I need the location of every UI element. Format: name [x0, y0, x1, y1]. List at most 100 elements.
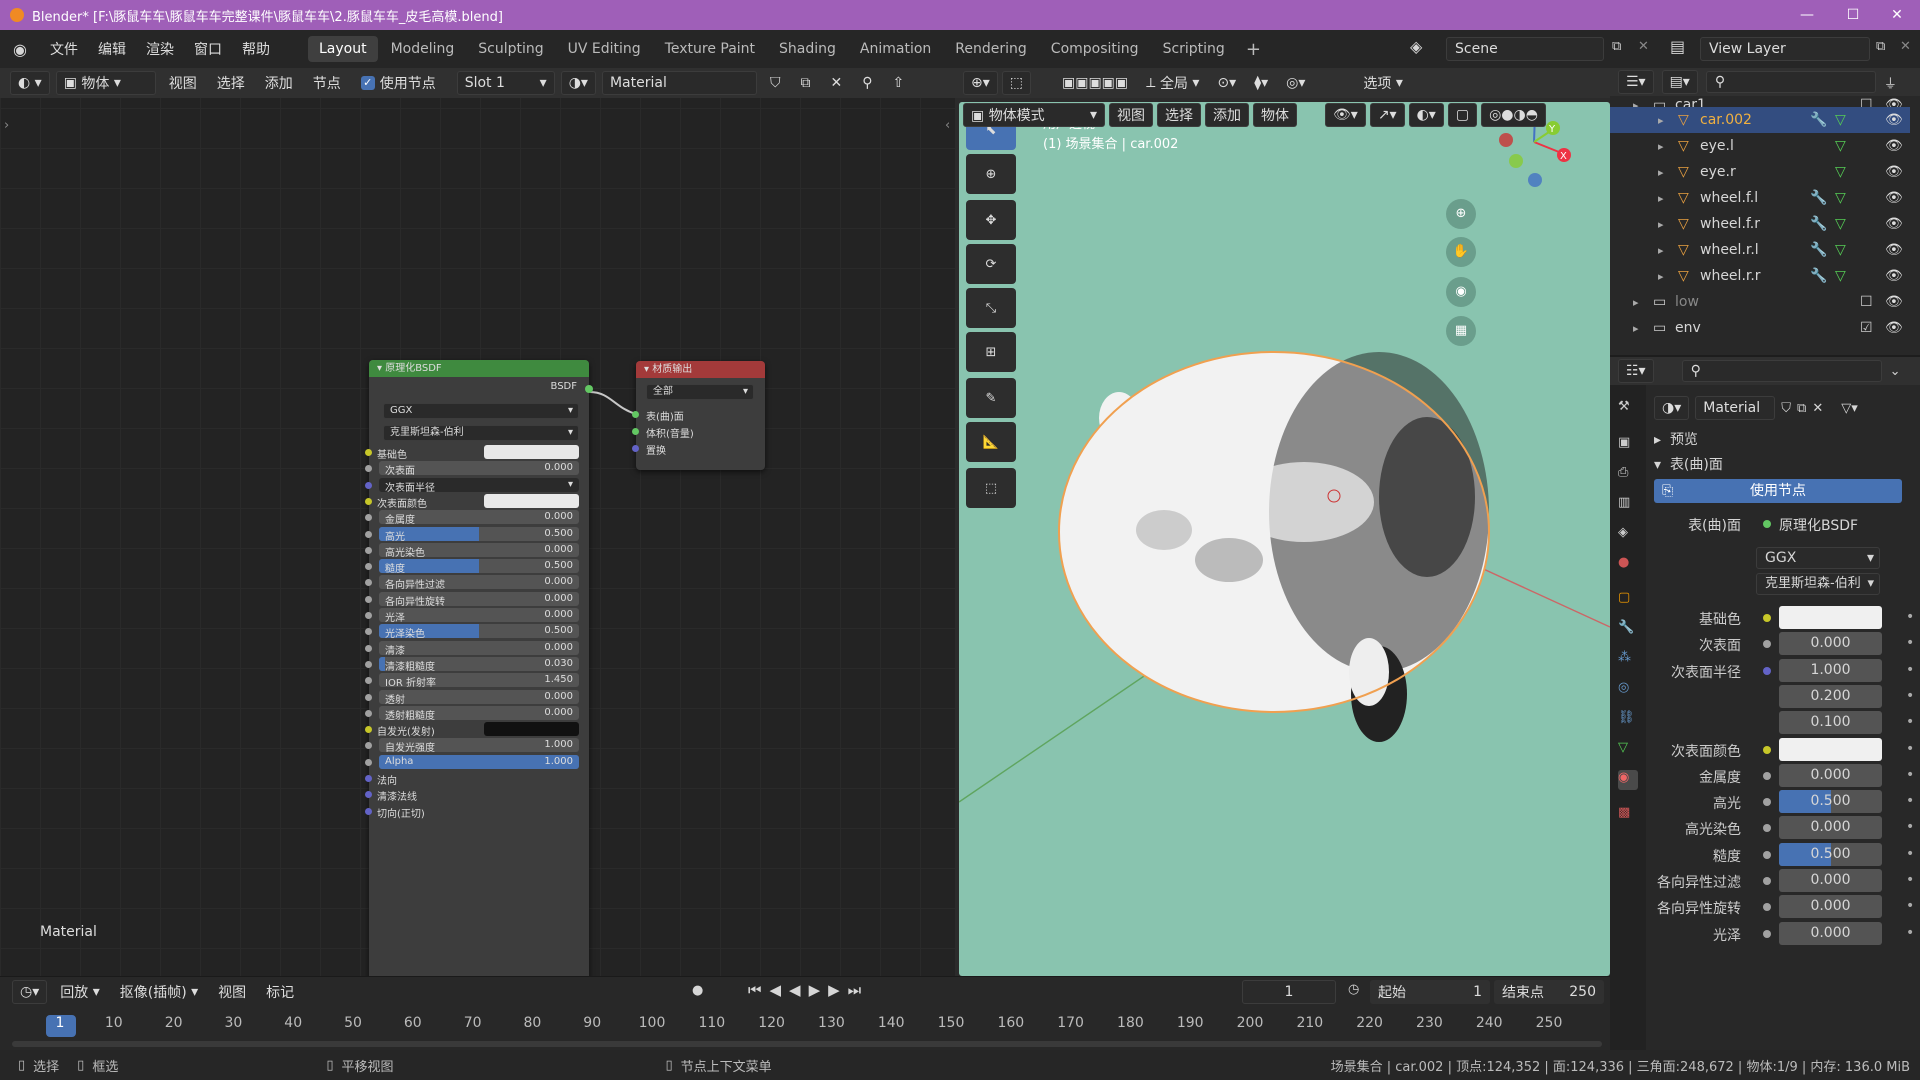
delete-view-layer-icon[interactable]: ✕ [1900, 39, 1911, 54]
marker-menu[interactable]: 标记 [259, 980, 301, 1004]
close-icon[interactable]: ✕ [1874, 0, 1920, 30]
view-layer-tab-icon[interactable]: ▥ [1618, 495, 1638, 515]
input-socket[interactable] [365, 465, 372, 473]
input-socket[interactable] [365, 546, 372, 554]
viewport-editor-type[interactable]: ⊕▾ [963, 71, 998, 95]
bsdf-input-row[interactable]: 糙度 0.500 [365, 558, 589, 575]
value-field[interactable]: 0.000 [1779, 921, 1882, 945]
object-mode-dropdown[interactable]: ▣ 物体模式 ▾ [963, 103, 1105, 127]
keyframe-dot-icon[interactable]: • [1906, 767, 1914, 783]
value-field[interactable]: 1.000 [1779, 658, 1882, 682]
value-field[interactable]: 0.000 [1779, 816, 1882, 840]
unlink-icon[interactable]: ✕ [1812, 401, 1823, 416]
color-swatch[interactable] [484, 445, 579, 459]
tool-tab-icon[interactable]: ⚒ [1618, 399, 1638, 419]
outliner-item[interactable]: ▸ ▽ eye.l ▽ 👁 [1610, 133, 1910, 159]
socket-icon[interactable] [1763, 640, 1771, 649]
output-node-header[interactable]: ▾ 材质输出 [636, 361, 765, 378]
socket-icon[interactable] [1763, 903, 1771, 912]
value-field[interactable]: 0.000 [1779, 763, 1882, 787]
eye-icon[interactable]: 👁 [1885, 112, 1903, 128]
maximize-icon[interactable]: ☐ [1830, 0, 1876, 30]
playback-menu[interactable]: 回放 ▾ [53, 980, 106, 1004]
expand-arrow-icon[interactable]: ▸ [1633, 322, 1639, 335]
surface-shader-value[interactable]: 原理化BSDF [1779, 515, 1858, 535]
workspace-tab[interactable]: Scripting [1152, 36, 1236, 62]
expand-arrow-icon[interactable]: ▸ [1658, 218, 1664, 231]
menu-item[interactable]: 文件 [40, 39, 88, 59]
outliner-item[interactable]: ▸ ▭ env ☑ 👁 [1610, 315, 1910, 341]
record-icon[interactable]: ● [692, 983, 703, 998]
input-socket[interactable] [365, 742, 372, 750]
bsdf-input-row[interactable]: 各向异性过滤 0.000 [365, 574, 589, 591]
workspace-tab[interactable]: Modeling [380, 36, 466, 62]
annotate-tool-icon[interactable]: ✎ [966, 378, 1016, 418]
eye-icon[interactable]: 👁 [1885, 216, 1903, 232]
socket-icon[interactable] [1763, 614, 1771, 622]
expand-arrow-icon[interactable]: ▸ [1658, 192, 1664, 205]
pivot-icon[interactable]: ⊙▾ [1210, 71, 1243, 95]
stopwatch-icon[interactable]: ◷ [1348, 982, 1359, 997]
view-layer-field[interactable]: View Layer [1700, 37, 1870, 61]
socket-icon[interactable] [1763, 877, 1771, 885]
data-tab-icon[interactable]: ▽ [1618, 740, 1638, 760]
input-socket[interactable] [365, 726, 372, 734]
box-select-mode-icons[interactable]: ▣▣▣▣▣ [1055, 71, 1135, 95]
keyframe-dot-icon[interactable]: • [1906, 609, 1914, 625]
visibility-icon[interactable]: 👁▾ [1325, 103, 1366, 127]
modifier-tab-icon[interactable]: 🔧 [1618, 620, 1638, 640]
input-socket[interactable] [365, 514, 372, 522]
world-tab-icon[interactable]: ● [1618, 555, 1638, 575]
outliner-item[interactable]: ▸ ▽ wheel.f.l 🔧 ▽ 👁 [1610, 185, 1910, 211]
mesh-data-icon[interactable]: ▽ [1835, 164, 1846, 180]
input-socket[interactable] [632, 445, 639, 452]
input-socket[interactable] [365, 693, 372, 701]
bsdf-input-row[interactable]: 自发光(发射) [365, 721, 589, 738]
input-socket[interactable] [365, 660, 372, 668]
bsdf-input-row[interactable]: 金属度 0.000 [365, 509, 589, 526]
color-swatch[interactable] [484, 722, 579, 737]
new-view-layer-icon[interactable]: ⧉ [1876, 39, 1885, 54]
cursor-tool-icon[interactable]: ⊕ [966, 154, 1016, 194]
value-slider[interactable]: 各向异性旋转 0.000 [379, 591, 579, 606]
bsdf-output-socket[interactable] [585, 385, 593, 393]
scene-icon[interactable]: ◈ [1410, 37, 1422, 56]
eye-icon[interactable]: 👁 [1885, 138, 1903, 154]
viewport-object-menu[interactable]: 物体 [1253, 103, 1297, 127]
properties-editor-type[interactable]: ☷▾ [1618, 359, 1654, 383]
ortho-toggle-icon[interactable]: ▦ [1446, 316, 1476, 346]
timeline-scrollbar[interactable] [12, 1041, 1602, 1047]
proportional-edit-icon[interactable]: ◎▾ [1279, 71, 1312, 95]
material-tab-icon[interactable]: ◉ [1618, 770, 1638, 790]
input-socket[interactable] [632, 411, 639, 418]
scene-tab-icon[interactable]: ◈ [1618, 525, 1638, 545]
keyframe-dot-icon[interactable]: • [1906, 898, 1914, 914]
bsdf-input-row[interactable]: 次表面 0.000 [365, 460, 589, 477]
output-input-row[interactable]: 表(曲)面 [632, 406, 765, 423]
bsdf-input-row[interactable]: 光泽染色 0.500 [365, 623, 589, 640]
preview-panel-header[interactable]: ▸ 预览 [1654, 429, 1698, 449]
input-socket[interactable] [365, 775, 372, 782]
subsurface-method-dropdown[interactable]: 克里斯坦森-伯利 ▾ [383, 425, 579, 441]
workspace-tab[interactable]: Rendering [944, 36, 1038, 62]
value-field[interactable]: 0.200 [1779, 684, 1882, 708]
color-swatch[interactable] [484, 493, 579, 508]
exclude-checkbox-icon[interactable]: ☑ [1860, 320, 1873, 336]
mesh-data-icon[interactable]: ▽ [1835, 138, 1846, 154]
bsdf-input-row[interactable]: 清漆法线 [365, 786, 589, 803]
input-socket[interactable] [365, 612, 372, 619]
bsdf-input-row[interactable]: 透射 0.000 [365, 689, 589, 706]
value-slider[interactable]: 次表面 0.000 [379, 461, 579, 476]
modifier-icon[interactable]: 🔧 [1810, 216, 1827, 232]
workspace-tab[interactable]: UV Editing [557, 36, 652, 62]
bsdf-node-header[interactable]: ▾ 原理化BSDF [369, 360, 589, 377]
snap-icon[interactable]: ⧫▾ [1247, 71, 1275, 95]
input-socket[interactable] [365, 791, 372, 799]
physics-tab-icon[interactable]: ◎ [1618, 680, 1638, 700]
input-socket[interactable] [365, 595, 372, 603]
mesh-data-icon[interactable]: ▽ [1835, 112, 1846, 128]
value-field[interactable]: 0.000 [1779, 869, 1882, 892]
keyframe-dot-icon[interactable]: • [1906, 872, 1914, 888]
socket-icon[interactable] [1763, 771, 1771, 780]
current-frame-field[interactable]: 1 [1242, 980, 1336, 1004]
